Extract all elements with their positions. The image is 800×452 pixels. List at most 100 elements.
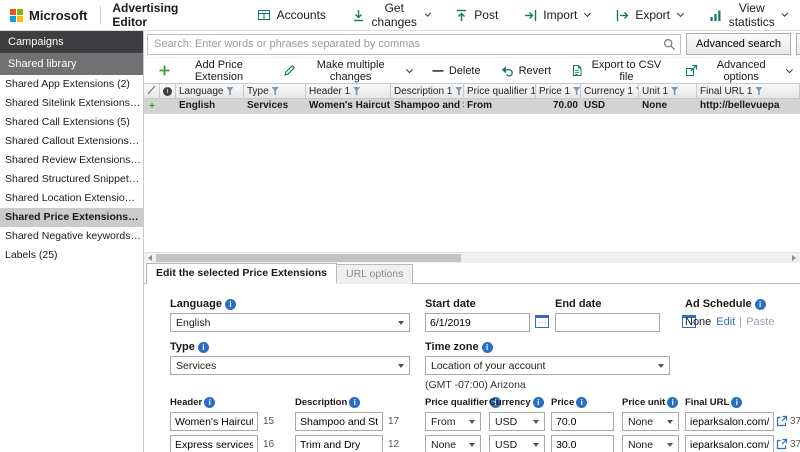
column-header-currency1[interactable]: Currency 1 [581,84,639,98]
tab-url-options[interactable]: URL options [337,264,413,284]
delete-button[interactable]: Delete [423,62,490,80]
filter-icon[interactable] [227,87,234,95]
revert-button[interactable]: Revert [492,61,560,80]
start-date-calendar-icon[interactable] [535,315,549,328]
description-input-1[interactable] [295,412,383,431]
search-input[interactable] [147,34,681,55]
info-icon[interactable] [576,397,587,408]
row-price1: 70.00 [536,99,581,114]
type-select[interactable]: Services [170,356,410,375]
search-row: Advanced search V [144,31,800,58]
column-header-price-qualifier1[interactable]: Price qualifier 1 [464,84,536,98]
action-toolbar: Add Price Extension Make multiple change… [144,58,800,83]
filter-icon[interactable] [272,87,279,95]
export-button[interactable]: Export [603,4,696,26]
row-type: Services [244,99,306,114]
filter-icon[interactable] [573,87,580,95]
info-icon[interactable] [198,342,209,353]
start-date-input[interactable] [425,313,530,332]
sidebar-item-shared-review-extensions[interactable]: Shared Review Extensions (2) [0,151,143,170]
advanced-search-button[interactable]: Advanced search [686,33,791,55]
final-url-input-2[interactable] [685,435,774,452]
horizontal-scrollbar[interactable] [144,252,800,263]
sidebar-item-labels[interactable]: Labels (25) [0,246,143,265]
header-input-1[interactable] [170,412,258,431]
filter-icon[interactable] [353,87,360,95]
ad-schedule-label: Ad Schedule [685,298,766,310]
info-icon[interactable] [482,342,493,353]
external-link-icon[interactable] [776,415,788,427]
column-header-header1[interactable]: Header 1 [306,84,391,98]
accounts-button[interactable]: Accounts [244,4,339,26]
filter-icon[interactable] [671,87,678,95]
upload-arrow-icon [455,9,468,22]
sidebar-item-shared-call-extensions[interactable]: Shared Call Extensions (5) [0,113,143,132]
make-multiple-changes-button[interactable]: Make multiple changes [274,56,421,86]
sidebar-item-shared-callout-extensions[interactable]: Shared Callout Extensions (14) [0,132,143,151]
import-button[interactable]: Import [511,4,603,26]
price-input-2[interactable] [551,435,614,452]
search-icon[interactable] [663,38,676,54]
price-unit-select-2[interactable]: None [622,435,679,452]
view-statistics-button[interactable]: View statistics [696,0,800,33]
column-header-language[interactable]: Language [176,84,244,98]
sidebar-section-campaigns[interactable]: Campaigns [0,31,143,53]
char-count: 17 [388,416,399,427]
export-csv-button[interactable]: Export to CSV file [562,56,674,86]
sidebar-item-shared-sitelink-extensions[interactable]: Shared Sitelink Extensions (9) [0,94,143,113]
price-input-1[interactable] [551,412,614,431]
column-header-change-status[interactable] [144,84,160,98]
final-url-input-1[interactable] [685,412,774,431]
qualifier-select-1[interactable]: From [425,412,481,431]
sidebar-item-shared-negative-keywords[interactable]: Shared Negative keywords (13) [0,227,143,246]
info-icon[interactable] [533,397,544,408]
end-date-input[interactable] [555,313,660,332]
price-unit-select-1[interactable]: None [622,412,679,431]
search-field-wrap [147,34,681,55]
sidebar-item-shared-structured-snippet-extensions[interactable]: Shared Structured Snippet Extensions (3) [0,170,143,189]
ad-schedule-edit-link[interactable]: Edit [716,316,735,328]
info-icon[interactable] [225,299,236,310]
get-changes-button[interactable]: Get changes [339,0,442,33]
column-header-type[interactable]: Type [244,84,306,98]
info-icon[interactable] [731,397,742,408]
sidebar-item-shared-location-extensions[interactable]: Shared Location Extensions (4) [0,189,143,208]
filter-icon[interactable] [755,87,762,95]
sidebar-item-shared-price-extensions[interactable]: Shared Price Extensions (1) [0,208,143,227]
qualifier-select-2[interactable]: None [425,435,481,452]
scroll-right-button[interactable] [788,253,800,263]
currency-select-2[interactable]: USD [489,435,545,452]
info-icon[interactable] [349,397,360,408]
chevron-down-icon [677,10,684,17]
description-input-2[interactable] [295,435,383,452]
column-header-final-url1[interactable]: Final URL 1 [697,84,800,98]
timezone-select[interactable]: Location of your account [425,356,670,375]
tab-edit-price-extensions[interactable]: Edit the selected Price Extensions [146,263,337,284]
currency-select-1[interactable]: USD [489,412,545,431]
scroll-left-button[interactable] [144,253,156,263]
info-icon[interactable] [755,299,766,310]
external-link-icon[interactable] [776,438,788,450]
add-price-extension-button[interactable]: Add Price Extension [150,56,272,86]
column-header-price1[interactable]: Price 1 [536,84,581,98]
sidebar-section-shared-library[interactable]: Shared library [0,53,143,75]
column-header-info[interactable] [160,84,176,98]
info-icon[interactable] [204,397,215,408]
ad-schedule-paste-link[interactable]: Paste [746,316,774,328]
info-icon[interactable] [667,397,678,408]
language-select[interactable]: English [170,313,410,332]
sidebar-item-shared-app-extensions[interactable]: Shared App Extensions (2) [0,75,143,94]
make-multiple-changes-label: Make multiple changes [301,59,400,83]
scrollbar-track[interactable] [156,253,788,263]
triangle-left-icon [148,255,152,261]
table-row[interactable]: + English Services Women's Haircut Shamp… [144,99,800,114]
download-arrow-icon [352,9,365,22]
column-header-unit1[interactable]: Unit 1 [639,84,697,98]
post-button[interactable]: Post [442,4,511,26]
advanced-options-button[interactable]: Advanced options [676,56,800,86]
view-button[interactable]: V [796,33,800,55]
scrollbar-thumb[interactable] [156,254,461,262]
column-header-description1[interactable]: Description 1 [391,84,464,98]
filter-icon[interactable] [455,87,462,95]
header-input-2[interactable] [170,435,258,452]
